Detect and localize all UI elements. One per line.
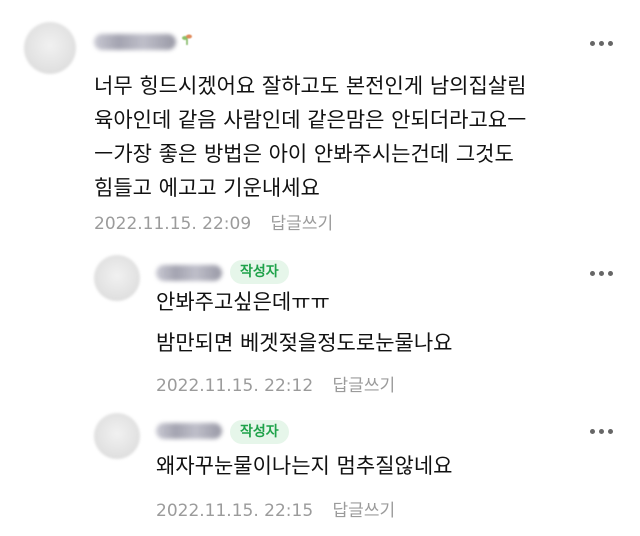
nickname-blurred[interactable] [94, 34, 176, 50]
comment-date: 2022.11.15. 22:09 [94, 214, 252, 234]
comment-text-line: 왜자꾸눈물이나는지 멈추질않네요 [156, 454, 453, 478]
more-options-icon[interactable] [590, 40, 614, 48]
comment-date: 2022.11.15. 22:12 [156, 376, 314, 396]
sprout-icon [182, 34, 192, 45]
author-badge: 작성자 [230, 420, 289, 444]
avatar[interactable] [24, 22, 76, 74]
comment-item: 너무 힝드시겠어요 잘하고도 본전인게 남의집살림 육아인데 같음 사람인데 같… [0, 0, 640, 250]
avatar[interactable] [94, 413, 140, 459]
reply-button[interactable]: 답글쓰기 [333, 501, 396, 521]
author-badge: 작성자 [230, 260, 289, 284]
comment-text-line: ㅡ가장 좋은 방법은 아이 안봐주시는건데 그것도 [94, 142, 514, 166]
comment-text-line: 육아인데 같음 사람인데 같은맘은 안되더라고요ㅡ [94, 108, 527, 132]
comment-text-line: 힘들고 에고고 기운내세요 [94, 176, 320, 200]
nickname-blurred[interactable] [156, 265, 222, 281]
reply-button[interactable]: 답글쓰기 [333, 376, 396, 396]
comment-meta: 2022.11.15. 22:09 답글쓰기 [94, 209, 333, 234]
comment-text-line: 안봐주고싶은데ㅠㅠ [156, 290, 330, 314]
reply-item: 작성자 왜자꾸눈물이나는지 멈추질않네요 2022.11.15. 22:15 답… [0, 410, 640, 536]
reply-item: 작성자 안봐주고싶은데ㅠㅠ 밤만되면 베겟젖을정도로눈물나요 2022.11.1… [0, 250, 640, 396]
comment-meta: 2022.11.15. 22:15 답글쓰기 [156, 496, 395, 521]
more-options-icon[interactable] [590, 428, 614, 436]
avatar[interactable] [94, 255, 140, 301]
comment-text-line: 너무 힝드시겠어요 잘하고도 본전인게 남의집살림 [94, 74, 527, 98]
comment-text-line: 밤만되면 베겟젖을정도로눈물나요 [156, 331, 453, 355]
nickname-blurred[interactable] [156, 423, 222, 439]
reply-button[interactable]: 답글쓰기 [271, 214, 334, 234]
comment-meta: 2022.11.15. 22:12 답글쓰기 [156, 371, 395, 396]
comment-date: 2022.11.15. 22:15 [156, 501, 314, 521]
more-options-icon[interactable] [590, 270, 614, 278]
